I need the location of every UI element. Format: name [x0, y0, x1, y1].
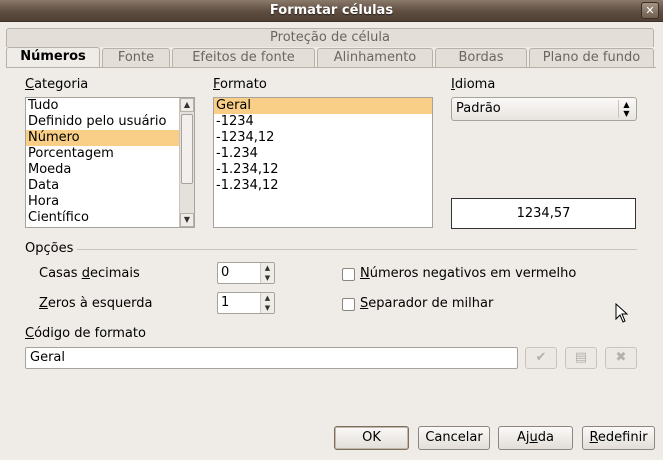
window-title: Formatar células: [269, 3, 394, 18]
idioma-value: Padrão: [456, 101, 501, 116]
stepper-arrows-icon[interactable]: ▲ ▼: [260, 263, 274, 283]
format-preview: 1234,57: [451, 198, 636, 229]
check-icon: ✔: [535, 350, 547, 365]
formato-list[interactable]: Geral -1234 -1234,12 -1.234 -1.234,12 -1…: [213, 97, 433, 228]
opcoes-label: Opções: [25, 241, 74, 256]
tab-alinhamento[interactable]: Alinhamento: [317, 48, 433, 67]
negativos-vermelho-checkbox[interactable]: [342, 268, 355, 281]
list-item-selected[interactable]: Geral: [214, 98, 432, 114]
tab-efeitos-fonte[interactable]: Efeitos de fonte: [172, 48, 315, 67]
format-cells-dialog: Formatar células ✕ Proteção de célula Nú…: [0, 0, 663, 460]
help-button[interactable]: Ajuda: [498, 426, 573, 450]
tab-fonte[interactable]: Fonte: [102, 48, 170, 67]
list-item[interactable]: -1.234,12: [214, 162, 432, 178]
chevron-updown-icon: ▲ ▼: [618, 100, 634, 118]
accept-button[interactable]: ✔: [525, 347, 557, 369]
scroll-thumb[interactable]: [181, 114, 193, 184]
comment-icon: ▤: [574, 350, 588, 365]
opcoes-divider: [77, 249, 637, 250]
codigo-formato-label: Código de formato: [25, 326, 146, 341]
list-item[interactable]: Tudo: [26, 98, 194, 114]
delete-icon: ✖: [615, 350, 627, 365]
scroll-down-icon[interactable]: ▼: [180, 213, 194, 227]
scroll-up-icon[interactable]: ▲: [180, 98, 194, 112]
close-button[interactable]: ✕: [641, 2, 659, 19]
categoria-list[interactable]: Tudo Definido pelo usuário Número Porcen…: [25, 97, 195, 228]
stepper-arrows-icon[interactable]: ▲ ▼: [260, 293, 274, 313]
formato-label: Formato: [213, 77, 267, 92]
separador-milhar-label: Separador de milhar: [360, 296, 494, 311]
idioma-select[interactable]: Padrão ▲ ▼: [451, 97, 637, 121]
negativos-vermelho-label: Números negativos em vermelho: [360, 266, 577, 281]
tab-protecao-celula[interactable]: Proteção de célula: [6, 28, 654, 47]
reset-button[interactable]: Redefinir: [582, 426, 655, 450]
list-item[interactable]: -1234,12: [214, 130, 432, 146]
mouse-pointer-icon: [615, 303, 629, 323]
zeros-esquerda-value: 1: [221, 295, 230, 310]
casas-decimais-label: Casas decimais: [39, 266, 140, 281]
list-item[interactable]: -1.234,12: [214, 178, 432, 194]
tab-plano-fundo[interactable]: Plano de fundo: [529, 48, 654, 67]
list-item[interactable]: -1234: [214, 114, 432, 130]
list-item[interactable]: Data: [26, 178, 194, 194]
comment-button[interactable]: ▤: [565, 347, 597, 369]
tab-row-2: Números Fonte Efeitos de fonte Alinhamen…: [6, 47, 656, 68]
codigo-formato-value: Geral: [30, 350, 65, 365]
separador-milhar-checkbox[interactable]: [342, 298, 355, 311]
list-item-selected[interactable]: Número: [26, 130, 194, 146]
tab-panel-border: [6, 67, 656, 68]
idioma-label: Idioma: [451, 77, 496, 92]
list-item[interactable]: -1.234: [214, 146, 432, 162]
categoria-scrollbar[interactable]: ▲ ▼: [179, 98, 194, 227]
zeros-esquerda-stepper[interactable]: 1 ▲ ▼: [217, 292, 275, 314]
casas-decimais-value: 0: [221, 265, 230, 280]
list-item[interactable]: Definido pelo usuário: [26, 114, 194, 130]
ok-button[interactable]: OK: [334, 426, 409, 450]
tab-numeros[interactable]: Números: [6, 47, 100, 68]
tab-row-1: Proteção de célula: [6, 28, 656, 47]
list-item[interactable]: Porcentagem: [26, 146, 194, 162]
title-bar[interactable]: Formatar células ✕: [0, 0, 663, 22]
categoria-label: Categoria: [25, 77, 89, 92]
casas-decimais-stepper[interactable]: 0 ▲ ▼: [217, 262, 275, 284]
delete-button[interactable]: ✖: [605, 347, 637, 369]
cancel-button[interactable]: Cancelar: [418, 426, 490, 450]
list-item[interactable]: Científico: [26, 210, 194, 226]
codigo-formato-input[interactable]: Geral: [25, 347, 518, 369]
zeros-esquerda-label: Zeros à esquerda: [39, 296, 153, 311]
tab-bordas[interactable]: Bordas: [435, 48, 527, 67]
list-item[interactable]: Hora: [26, 194, 194, 210]
list-item[interactable]: Moeda: [26, 162, 194, 178]
